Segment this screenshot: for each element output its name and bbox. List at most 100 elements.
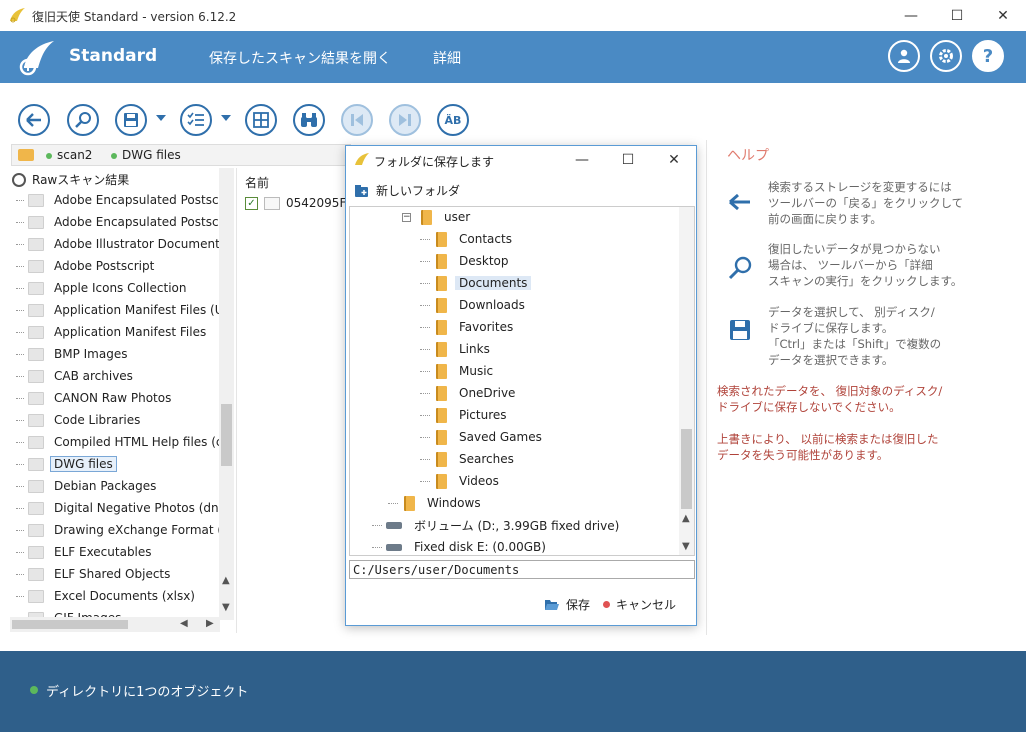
folder-node[interactable]: Documents <box>436 273 532 293</box>
tree-item[interactable]: Code Libraries <box>16 410 144 430</box>
help-button[interactable]: ? <box>972 40 1004 72</box>
save-button[interactable] <box>115 104 147 136</box>
folder-icon <box>28 545 44 559</box>
checkbox[interactable]: ✓ <box>245 196 258 210</box>
tree-item[interactable]: Adobe Postscript <box>16 256 158 276</box>
tree-item[interactable]: BMP Images <box>16 344 131 364</box>
folder-node[interactable]: Searches <box>436 449 518 469</box>
grid-view-button[interactable] <box>245 104 277 136</box>
scroll-up-icon[interactable]: ▲ <box>682 513 690 524</box>
folder-node-label: Searches <box>459 452 514 466</box>
tree-item[interactable]: Debian Packages <box>16 476 160 496</box>
drive-icon <box>386 543 402 551</box>
folder-node-windows[interactable]: Windows <box>404 493 485 513</box>
previous-button[interactable] <box>341 104 373 136</box>
text-encoding-button[interactable]: ÄB <box>437 104 469 136</box>
nav-details[interactable]: 詳細 <box>433 48 461 68</box>
pane-divider[interactable] <box>236 168 237 633</box>
folder-icon <box>28 567 44 581</box>
tree-item-label: Adobe Illustrator Documents <box>54 237 227 251</box>
tree-vertical-scrollbar[interactable]: ▲ ▼ <box>219 168 234 620</box>
tree-item[interactable]: Compiled HTML Help files (ch <box>16 432 234 452</box>
folder-node-user[interactable]: − user <box>402 207 474 227</box>
folder-icon <box>436 341 447 357</box>
folder-node[interactable]: Favorites <box>436 317 517 337</box>
settings-button[interactable] <box>930 40 962 72</box>
tree-item-label: CAB archives <box>54 369 133 383</box>
breadcrumb-segment[interactable]: DWG files <box>122 148 181 162</box>
nav-open-saved-scan[interactable]: 保存したスキャン結果を開く <box>209 48 391 68</box>
drive-node-d[interactable]: ボリューム (D:, 3.99GB fixed drive) <box>386 515 623 535</box>
scrollbar-thumb[interactable] <box>221 404 232 466</box>
status-dot-icon <box>111 153 117 159</box>
find-button[interactable] <box>293 104 325 136</box>
folder-node[interactable]: Links <box>436 339 494 359</box>
folder-icon <box>436 385 447 401</box>
new-folder-label: 新しいフォルダ <box>376 184 461 198</box>
collapse-icon[interactable]: − <box>402 212 411 222</box>
folder-node[interactable]: Saved Games <box>436 427 546 447</box>
folder-path-input[interactable] <box>349 560 695 579</box>
scroll-down-icon[interactable]: ▼ <box>682 541 690 552</box>
folder-node[interactable]: Contacts <box>436 229 516 249</box>
account-button[interactable] <box>888 40 920 72</box>
dialog-title: フォルダに保存します <box>374 155 495 169</box>
tree-item[interactable]: Application Manifest Files (Un <box>16 300 234 320</box>
tree-item[interactable]: ELF Executables <box>16 542 156 562</box>
folder-node[interactable]: Music <box>436 361 497 381</box>
folder-tree-scrollbar[interactable]: ▲ ▼ <box>679 207 694 555</box>
scroll-left-icon[interactable]: ◀ <box>180 618 188 629</box>
tree-item[interactable]: Adobe Illustrator Documents <box>16 234 230 254</box>
dialog-cancel-button[interactable]: キャンセル <box>603 596 676 613</box>
breadcrumb-segment[interactable]: scan2 <box>57 148 92 162</box>
scroll-right-icon[interactable]: ▶ <box>206 618 214 629</box>
maximize-button[interactable]: ☐ <box>934 0 980 31</box>
tree-item[interactable]: Digital Negative Photos (dng) <box>16 498 234 518</box>
scroll-up-icon[interactable]: ▲ <box>222 575 230 586</box>
list-view-dropdown-caret[interactable] <box>221 115 231 121</box>
folder-icon <box>28 589 44 603</box>
file-row[interactable]: ✓ 0542095F <box>245 196 346 210</box>
tree-item[interactable]: Excel Documents (xlsx) <box>16 586 199 606</box>
column-header-name[interactable]: 名前 <box>245 174 269 191</box>
tree-item-label: Adobe Encapsulated Postscript <box>54 193 234 207</box>
dialog-minimize-button[interactable]: — <box>562 148 602 172</box>
folder-node[interactable]: Desktop <box>436 251 513 271</box>
folder-node[interactable]: Pictures <box>436 405 511 425</box>
folder-node-label: Music <box>459 364 494 378</box>
help-save-icon <box>726 316 754 344</box>
tree-root[interactable]: Rawスキャン結果 <box>12 171 129 188</box>
new-folder-button[interactable]: 新しいフォルダ <box>354 182 460 199</box>
logo-icon <box>19 41 54 76</box>
tree-item[interactable]: Drawing eXchange Format (D <box>16 520 234 540</box>
folder-icon <box>28 215 44 229</box>
close-button[interactable]: ✕ <box>980 0 1026 31</box>
dialog-maximize-button[interactable]: ☐ <box>608 148 648 172</box>
save-dropdown-caret[interactable] <box>156 115 166 121</box>
minimize-button[interactable]: — <box>888 0 934 31</box>
dialog-save-button[interactable]: 保存 <box>544 596 590 613</box>
scrollbar-thumb[interactable] <box>12 620 128 629</box>
drive-node-e[interactable]: Fixed disk E: (0.00GB) <box>386 537 550 555</box>
folder-node[interactable]: Videos <box>436 471 503 491</box>
scrollbar-thumb[interactable] <box>681 429 692 509</box>
tree-horizontal-scrollbar[interactable]: ◀ ▶ <box>10 617 220 632</box>
tree-item[interactable]: ELF Shared Objects <box>16 564 174 584</box>
tree-item[interactable]: Adobe Encapsulated Postscript <box>16 212 234 232</box>
folder-node[interactable]: OneDrive <box>436 383 519 403</box>
back-button[interactable] <box>18 104 50 136</box>
list-view-button[interactable] <box>180 104 212 136</box>
deep-scan-button[interactable] <box>67 104 99 136</box>
tree-item[interactable]: CAB archives <box>16 366 137 386</box>
folder-node[interactable]: Downloads <box>436 295 529 315</box>
folder-node-label: Videos <box>459 474 499 488</box>
next-button[interactable] <box>389 104 421 136</box>
tree-root-label: Rawスキャン結果 <box>32 173 130 187</box>
dialog-close-button[interactable]: ✕ <box>654 148 694 172</box>
tree-item[interactable]: CANON Raw Photos <box>16 388 175 408</box>
tree-item[interactable]: Apple Icons Collection <box>16 278 190 298</box>
tree-item[interactable]: Adobe Encapsulated Postscript <box>16 190 234 210</box>
tree-item[interactable]: Application Manifest Files <box>16 322 210 342</box>
tree-item[interactable]: DWG files <box>16 454 117 474</box>
scroll-down-icon[interactable]: ▼ <box>222 602 230 613</box>
